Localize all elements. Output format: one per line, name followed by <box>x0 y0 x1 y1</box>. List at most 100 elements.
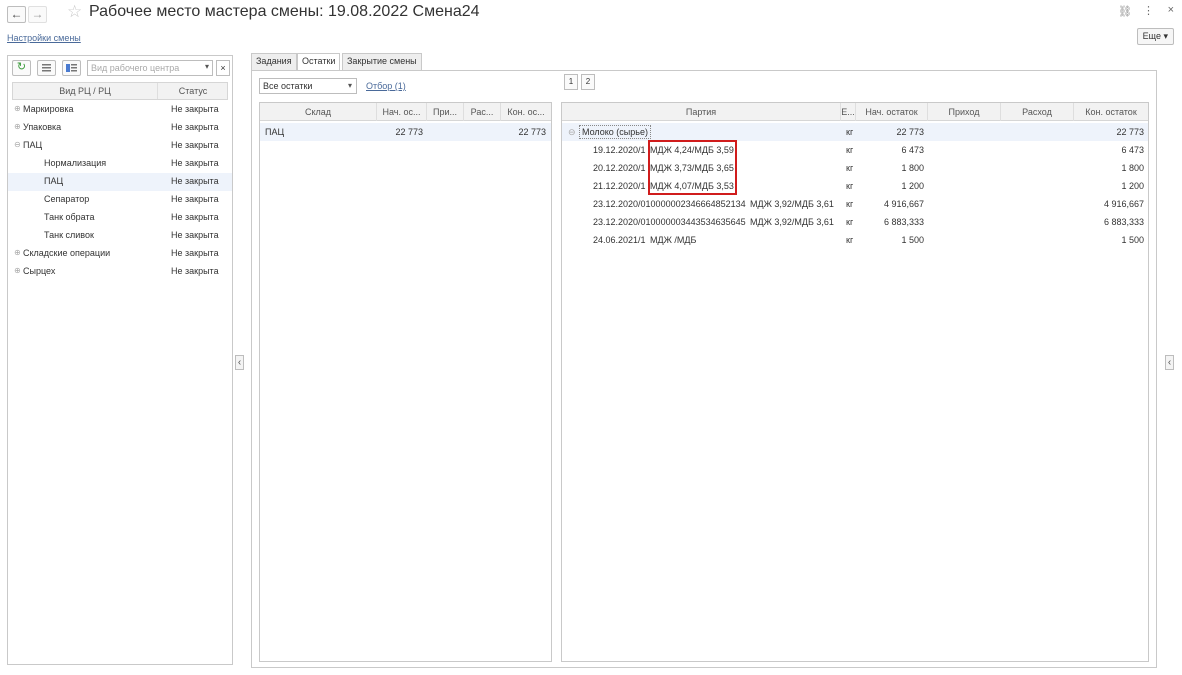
tree-mode-button[interactable] <box>62 60 81 76</box>
arrow-left-icon: ← <box>10 7 23 21</box>
close-icon[interactable]: × <box>1168 4 1174 16</box>
tab-shift-closing[interactable]: Закрытие смены <box>342 53 422 70</box>
column-header[interactable]: При... <box>427 103 464 121</box>
back-button[interactable]: ← <box>7 6 26 23</box>
window-title: Рабочее место мастера смены: 19.08.2022 … <box>89 3 480 20</box>
tab-tasks[interactable]: Задания <box>251 53 297 70</box>
spec-cell: МДЖ 3,92/МДБ 3,61 <box>750 199 834 209</box>
collapse-left-panel-button[interactable]: ‹ <box>235 355 244 370</box>
selection-filter-link[interactable]: Отбор (1) <box>366 81 406 91</box>
balance-type-select[interactable]: Все остатки ▾ <box>259 78 357 94</box>
clear-filter-button[interactable]: × <box>216 60 230 76</box>
arrow-right-icon: → <box>31 7 44 21</box>
more-button-label: Еще <box>1142 31 1161 41</box>
unit-cell: кг <box>846 181 854 191</box>
shift-settings-link[interactable]: Настройки смены <box>7 33 81 43</box>
column-header[interactable]: Е... <box>841 103 856 121</box>
column-header[interactable]: Партия <box>562 103 841 121</box>
refresh-button[interactable]: ↻ <box>12 60 31 76</box>
tree-expander-icon[interactable]: ⊖ <box>14 140 21 149</box>
balance-type-value: Все остатки <box>263 81 313 91</box>
table-row[interactable]: 24.06.2021/1 МДЖ /МДБ кг 1 500 1 500 <box>562 231 1148 249</box>
tree-expander-icon[interactable]: ⊕ <box>14 122 21 131</box>
batch-cell: 19.12.2020/1 <box>593 145 646 155</box>
tree-row[interactable]: Танк сливок Не закрыта <box>8 227 232 245</box>
column-header[interactable]: Статус <box>158 83 228 99</box>
tree-row-name: Сырцех <box>23 266 56 276</box>
batch-grid-header: Партия Е... Нач. остаток Приход Расход К… <box>562 103 1148 121</box>
end-balance-cell: 1 200 <box>1121 181 1144 191</box>
unit-cell: кг <box>846 145 854 155</box>
unit-cell: кг <box>846 199 854 209</box>
list-mode-button[interactable] <box>37 60 56 76</box>
link-icon[interactable]: ⛓ <box>1118 5 1132 18</box>
tree-list-icon <box>66 64 77 72</box>
refresh-icon: ↻ <box>16 61 27 73</box>
tree-row-status: Не закрыта <box>171 248 219 258</box>
page-2-button[interactable]: 2 <box>581 74 595 90</box>
close-icon: × <box>220 63 226 73</box>
start-balance-cell: 1 800 <box>901 163 924 173</box>
batch-cell: 20.12.2020/1 <box>593 163 646 173</box>
tree-row[interactable]: ⊕ Маркировка Не закрыта <box>8 101 232 119</box>
work-center-filter-input[interactable]: Вид рабочего центра <box>87 60 213 76</box>
tree-row[interactable]: ⊕ Сырцех Не закрыта <box>8 263 232 281</box>
batch-cell: 24.06.2021/1 <box>593 235 646 245</box>
tree-row-name: Танк сливок <box>44 230 94 240</box>
unit-cell: кг <box>846 217 854 227</box>
end-balance-cell: 1 800 <box>1121 163 1144 173</box>
collapse-right-panel-button[interactable]: ‹ <box>1165 355 1174 370</box>
tree-expander-icon[interactable]: ⊕ <box>14 266 21 275</box>
chevron-down-icon: ▾ <box>1163 31 1168 41</box>
tree-row-status: Не закрыта <box>171 122 219 132</box>
more-button[interactable]: Еще ▾ <box>1136 28 1174 45</box>
highlight-box <box>648 140 737 195</box>
tree-row-name: ПАЦ <box>44 176 64 186</box>
table-row[interactable]: ПАЦ 22 773 22 773 <box>260 123 551 141</box>
collapse-icon[interactable]: ⊖ <box>568 123 576 141</box>
tree-row[interactable]: Нормализация Не закрыта <box>8 155 232 173</box>
tree-expander-icon[interactable]: ⊕ <box>14 104 21 113</box>
start-balance-cell: 1 200 <box>901 181 924 191</box>
page-1-button[interactable]: 1 <box>564 74 578 90</box>
table-row[interactable]: 23.12.2020/010000003443534635645 МДЖ 3,92… <box>562 213 1148 231</box>
tree-row-status: Не закрыта <box>171 140 219 150</box>
column-header[interactable]: Кон. остаток <box>1074 103 1148 121</box>
tree-expander-icon[interactable]: ⊕ <box>14 248 21 257</box>
tree-row[interactable]: ⊕ Складские операции Не закрыта <box>8 245 232 263</box>
tree-row-name: Нормализация <box>44 158 107 168</box>
column-header[interactable]: Склад <box>260 103 377 121</box>
start-balance-cell: 4 916,667 <box>883 199 924 209</box>
tree-row-status: Не закрыта <box>171 104 219 114</box>
tree-row[interactable]: Сепаратор Не закрыта <box>8 191 232 209</box>
tab-balances[interactable]: Остатки <box>297 53 341 71</box>
tree-row-status: Не закрыта <box>171 194 219 204</box>
column-header[interactable]: Приход <box>928 103 1001 121</box>
end-balance-cell: 22 773 <box>1116 127 1144 137</box>
column-header[interactable]: Нач. остаток <box>856 103 928 121</box>
start-balance-cell: 6 473 <box>901 145 924 155</box>
column-header[interactable]: Нач. ос... <box>377 103 427 121</box>
spec-cell: МДЖ /МДБ <box>650 235 697 245</box>
chevron-left-icon: ‹ <box>237 357 242 368</box>
table-row[interactable]: 23.12.2020/010000002346664852134 МДЖ 3,92… <box>562 195 1148 213</box>
end-balance-cell: 22 773 <box>518 127 546 137</box>
tree-row[interactable]: ПАЦ Не закрыта <box>8 173 232 191</box>
tree-row[interactable]: ⊖ ПАЦ Не закрыта <box>8 137 232 155</box>
start-balance-cell: 22 773 <box>896 127 924 137</box>
favorite-star-icon[interactable]: ☆ <box>67 2 82 22</box>
column-header[interactable]: Расход <box>1001 103 1074 121</box>
tree-row[interactable]: Танк обрата Не закрыта <box>8 209 232 227</box>
end-balance-cell: 6 473 <box>1121 145 1144 155</box>
more-vert-icon[interactable]: ⋮ <box>1143 4 1154 17</box>
column-header[interactable]: Рас... <box>464 103 501 121</box>
forward-button[interactable]: → <box>28 6 47 23</box>
chevron-down-icon[interactable]: ▾ <box>205 62 209 71</box>
column-header[interactable]: Кон. ос... <box>501 103 551 121</box>
warehouse-grid-header: Склад Нач. ос... При... Рас... Кон. ос..… <box>260 103 551 121</box>
column-header[interactable]: Вид РЦ / РЦ <box>13 83 158 99</box>
tree-row[interactable]: ⊕ Упаковка Не закрыта <box>8 119 232 137</box>
table-row-group[interactable]: ⊖ Молоко (сырье) кг 22 773 22 773 <box>562 123 1148 141</box>
tree-row-name: Сепаратор <box>44 194 90 204</box>
tree-row-status: Не закрыта <box>171 176 219 186</box>
